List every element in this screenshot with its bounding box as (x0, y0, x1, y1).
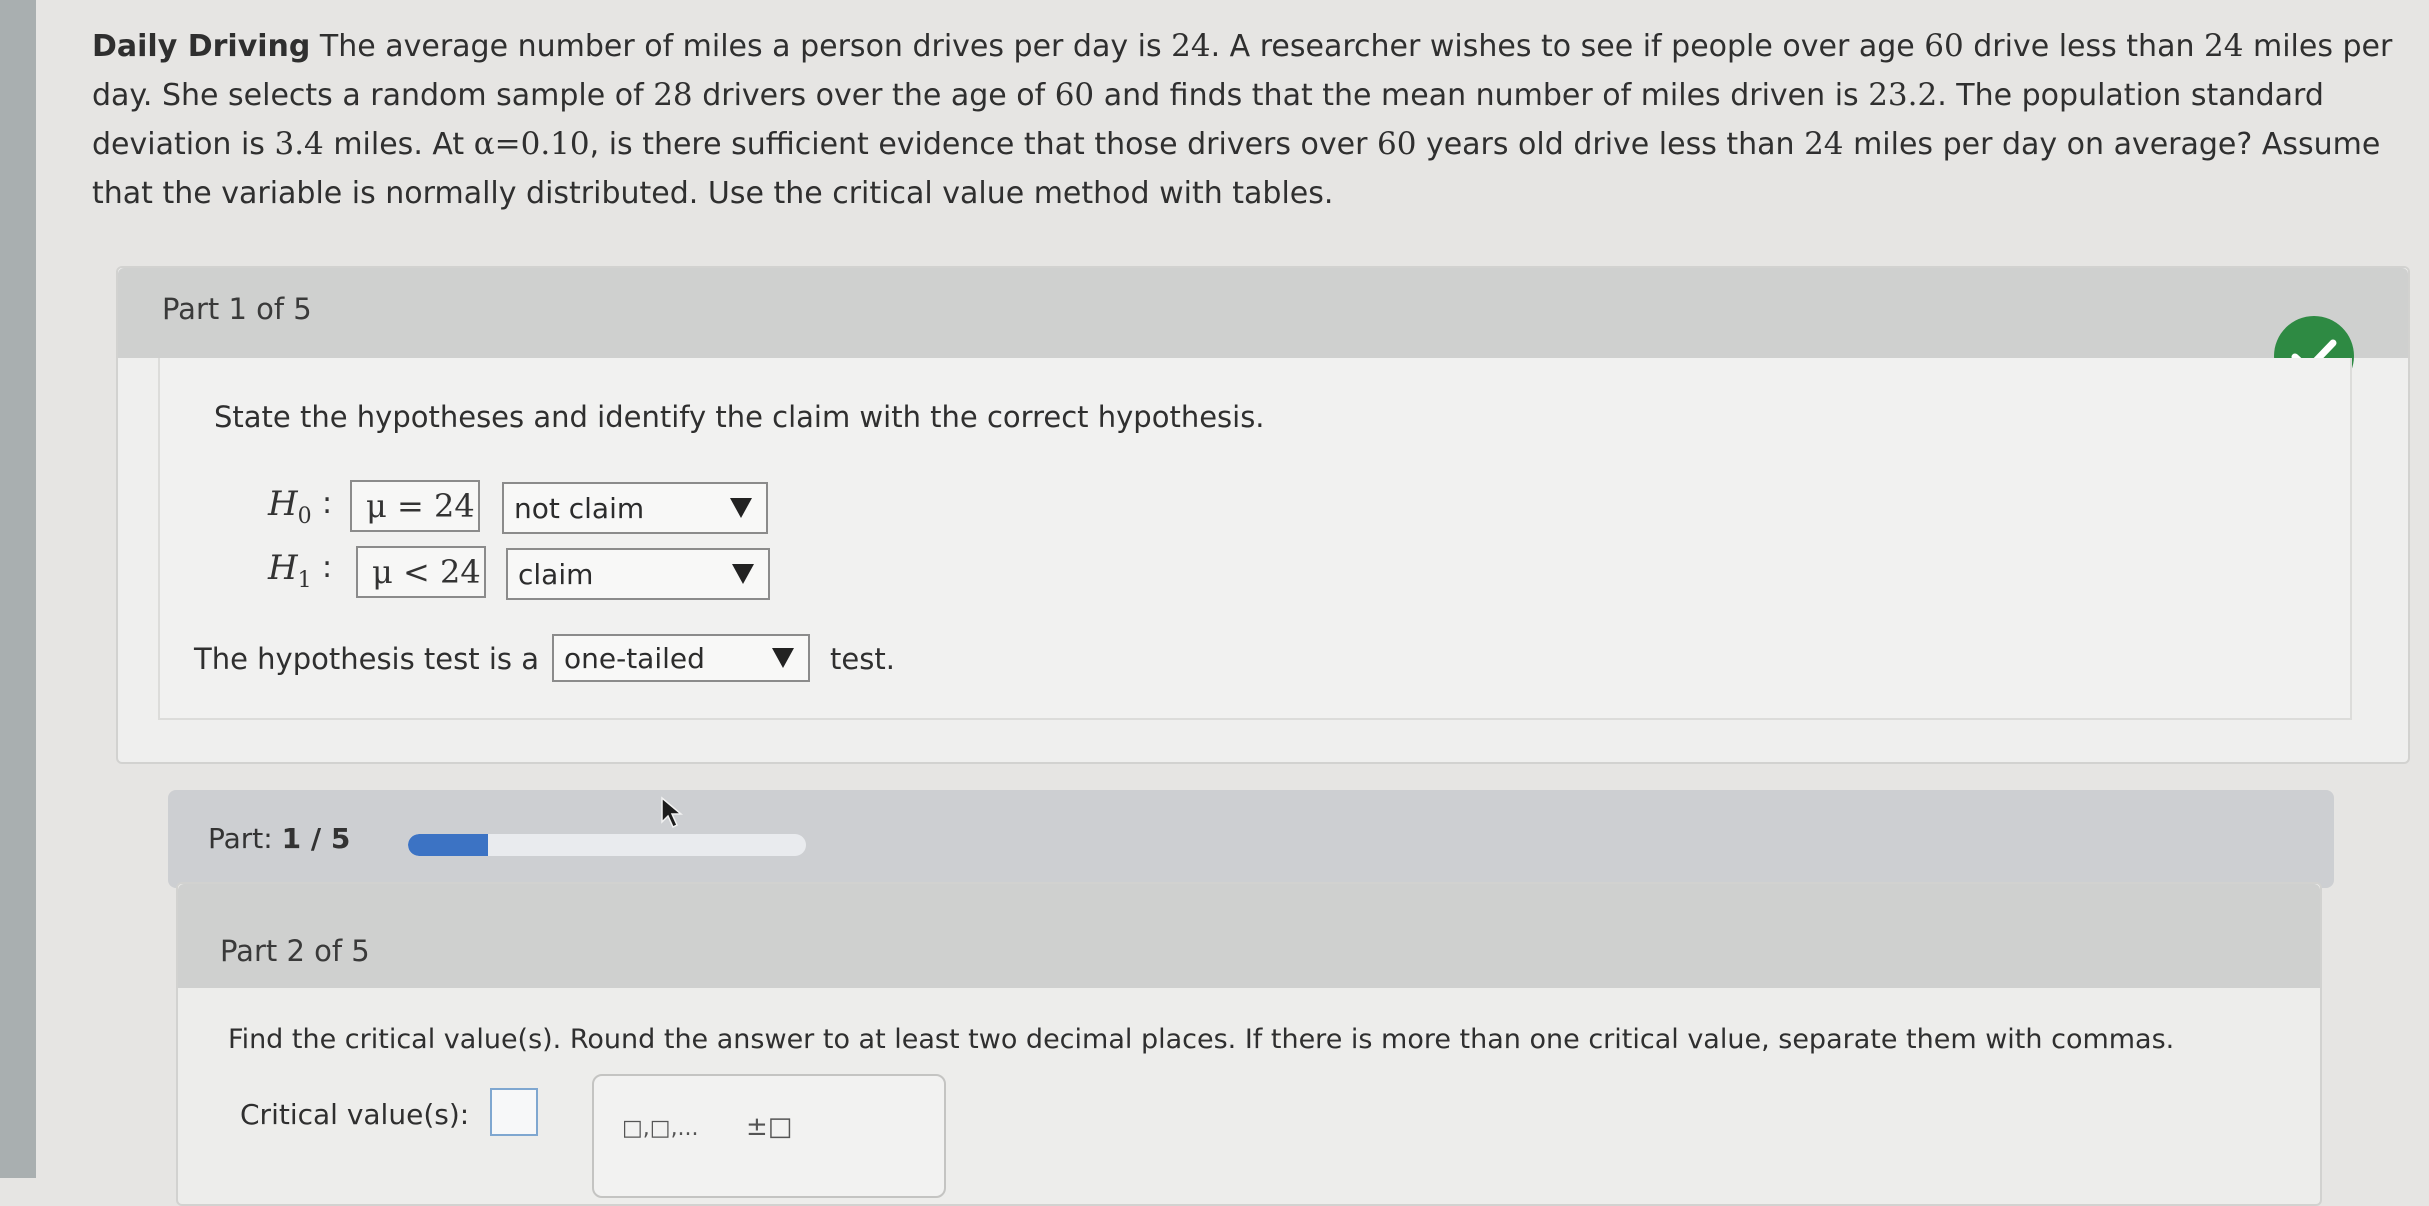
problem-number: 60 (1054, 77, 1095, 113)
part1-title: Part 1 of 5 (162, 292, 312, 326)
problem-number: 24 (1804, 126, 1844, 162)
part-progress-bar: Part: 1 / 5 (168, 790, 2334, 888)
h1-colon: : (322, 550, 333, 585)
problem-number: 24 (2204, 28, 2244, 64)
h0-claim-select[interactable]: not claim (502, 482, 768, 534)
plus-minus-button[interactable]: ±□ (746, 1112, 792, 1142)
problem-text: drivers over the age of (692, 78, 1055, 113)
dropdown-arrow-icon (732, 564, 754, 584)
problem-text: miles. At (323, 127, 474, 162)
progress-fill (408, 834, 488, 856)
list-template-button[interactable]: □,□,... (622, 1116, 699, 1141)
h0-colon: : (322, 486, 333, 521)
h0-subscript: 0 (297, 503, 312, 529)
progress-label: Part: 1 / 5 (208, 822, 350, 855)
progress-label-text: Part: (208, 822, 273, 855)
math-palette: □,□,... ±□ (592, 1074, 946, 1198)
h0-letter: H (268, 484, 298, 524)
h1-claim-select[interactable]: claim (506, 548, 770, 600)
critical-value-label: Critical value(s): (240, 1098, 470, 1131)
problem-title: Daily Driving (92, 29, 311, 64)
progress-value: 1 / 5 (281, 822, 351, 855)
progress-track (408, 834, 806, 856)
h1-subscript: 1 (297, 567, 312, 593)
h1-claim-value: claim (518, 557, 594, 591)
problem-number: 24 (1171, 28, 1211, 64)
mouse-cursor-icon (661, 796, 684, 829)
test-type-value: one-tailed (564, 641, 705, 675)
test-prefix: The hypothesis test is a (194, 642, 539, 676)
part2-header[interactable]: Part 2 of 5 (178, 884, 2320, 988)
problem-text: . A researcher wishes to see if people o… (1210, 29, 1925, 64)
problem-text: The average number of miles a person dri… (310, 29, 1172, 64)
part2-prompt: Find the critical value(s). Round the an… (228, 1024, 2175, 1055)
part1-card: Part 1 of 5 State the hypotheses and ide… (116, 266, 2410, 764)
problem-number: 23.2 (1868, 77, 1938, 113)
h0-symbol: H0 (268, 484, 312, 529)
test-type-select[interactable]: one-tailed (552, 634, 810, 682)
part1-header[interactable]: Part 1 of 5 (118, 268, 2408, 358)
h1-input[interactable]: μ < 24 (356, 546, 486, 598)
h1-letter: H (268, 548, 298, 588)
part2-title: Part 2 of 5 (220, 934, 370, 968)
h1-symbol: H1 (268, 548, 312, 593)
problem-number: 3.4 (274, 126, 324, 162)
h0-input[interactable]: μ = 24 (350, 480, 480, 532)
problem-number: α=0.10 (473, 126, 590, 162)
part1-prompt: State the hypotheses and identify the cl… (214, 400, 1265, 434)
problem-statement: Daily Driving The average number of mile… (92, 22, 2412, 218)
critical-value-input[interactable] (490, 1088, 538, 1136)
problem-text: drive less than (1963, 29, 2204, 64)
problem-number: 60 (1924, 28, 1964, 64)
problem-number: 60 (1376, 126, 1417, 162)
test-suffix: test. (830, 642, 895, 676)
dropdown-arrow-icon (772, 648, 794, 668)
problem-text: , is there sufficient evidence that thos… (589, 127, 1377, 162)
problem-number: 28 (653, 77, 693, 113)
part1-body: State the hypotheses and identify the cl… (158, 358, 2352, 720)
h0-claim-value: not claim (514, 491, 645, 525)
dropdown-arrow-icon (730, 498, 752, 518)
problem-text: years old drive less than (1416, 127, 1805, 162)
part2-card: Part 2 of 5 Find the critical value(s). … (176, 882, 2322, 1206)
problem-text: and finds that the mean number of miles … (1094, 78, 1869, 113)
left-edge (0, 0, 36, 1178)
